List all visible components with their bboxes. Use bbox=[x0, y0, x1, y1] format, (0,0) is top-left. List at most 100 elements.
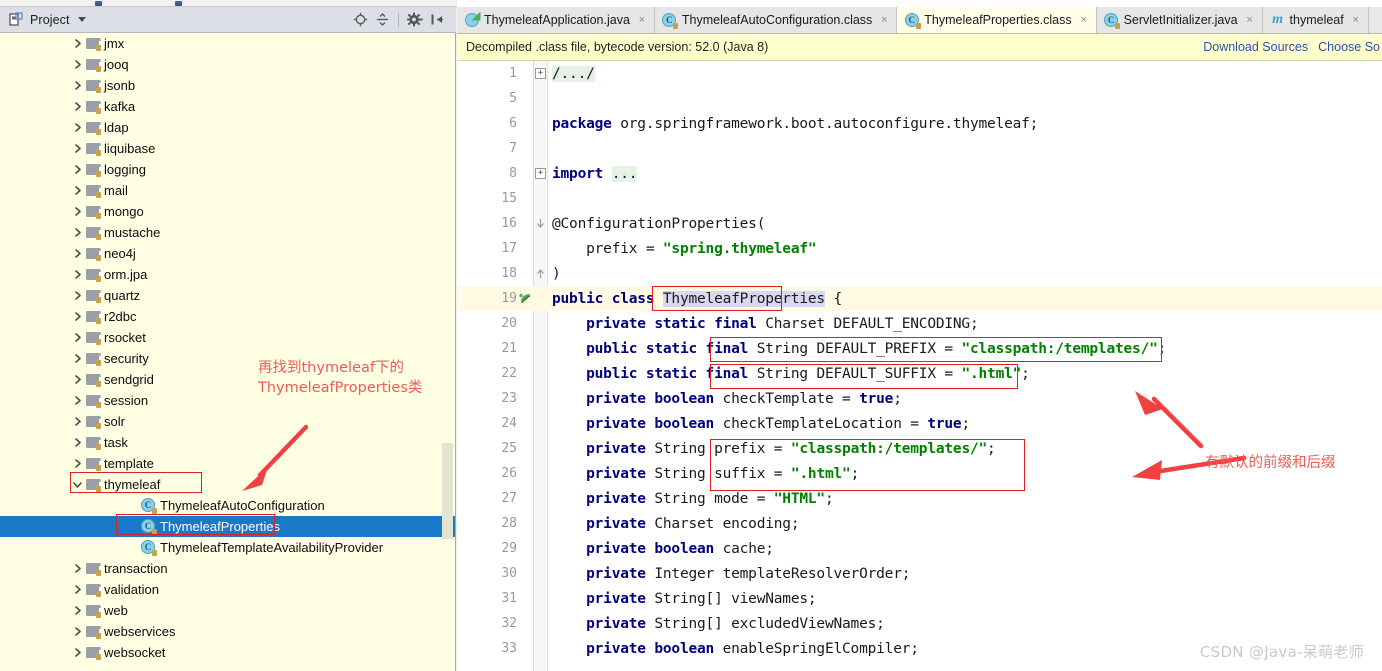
editor-tab[interactable]: C ThymeleafProperties.class × bbox=[897, 7, 1097, 33]
tree-item-package[interactable]: neo4j bbox=[0, 243, 455, 264]
tree-item-class[interactable]: C ThymeleafAutoConfiguration bbox=[0, 495, 455, 516]
hide-panel-icon[interactable] bbox=[426, 10, 448, 30]
tree-item-package[interactable]: mail bbox=[0, 180, 455, 201]
code-line[interactable]: 15 bbox=[457, 186, 1382, 211]
tree-item-package[interactable]: kafka bbox=[0, 96, 455, 117]
close-icon[interactable]: × bbox=[879, 15, 889, 26]
code-line[interactable]: 17 prefix = "spring.thymeleaf" bbox=[457, 236, 1382, 261]
code-line[interactable]: 31 private String[] viewNames; bbox=[457, 586, 1382, 611]
close-icon[interactable]: × bbox=[1351, 15, 1361, 26]
code-line[interactable]: 1 + /.../ bbox=[457, 61, 1382, 86]
tree-item-package[interactable]: validation bbox=[0, 579, 455, 600]
code-content[interactable]: 1 + /.../ 5 6 package org.springframework.boo… bbox=[457, 61, 1382, 671]
tree-item-package[interactable]: task bbox=[0, 432, 455, 453]
fold-region-start-icon[interactable] bbox=[535, 217, 546, 228]
chevron-right-icon[interactable] bbox=[70, 621, 84, 642]
chevron-down-icon[interactable] bbox=[70, 474, 84, 495]
fold-region-end-icon[interactable] bbox=[535, 267, 546, 278]
code-line[interactable]: 6 package org.springframework.boot.autoco… bbox=[457, 111, 1382, 136]
code-line[interactable]: 29 private boolean cache; bbox=[457, 536, 1382, 561]
code-line[interactable]: 22 public static final String DEFAULT_SU… bbox=[457, 361, 1382, 386]
chevron-right-icon[interactable] bbox=[70, 600, 84, 621]
fold-expand-icon[interactable]: + bbox=[535, 68, 546, 79]
tree-scrollbar[interactable] bbox=[442, 33, 454, 671]
tree-item-package[interactable]: transaction bbox=[0, 558, 455, 579]
close-icon[interactable]: × bbox=[1079, 15, 1089, 26]
choose-sources-link[interactable]: Choose So bbox=[1318, 40, 1380, 54]
close-icon[interactable]: × bbox=[1245, 15, 1255, 26]
chevron-right-icon[interactable] bbox=[70, 642, 84, 663]
tree-item-package[interactable]: rsocket bbox=[0, 327, 455, 348]
tree-item-package[interactable]: jmx bbox=[0, 33, 455, 54]
code-editor[interactable]: 1 + /.../ 5 6 package org.springframework.boo… bbox=[457, 61, 1382, 671]
chevron-right-icon[interactable] bbox=[70, 222, 84, 243]
code-line[interactable]: 8 + import ... bbox=[457, 161, 1382, 186]
code-line[interactable]: 24 private boolean checkTemplateLocation… bbox=[457, 411, 1382, 436]
collapse-all-icon[interactable] bbox=[371, 10, 393, 30]
tree-item-package[interactable]: solr bbox=[0, 411, 455, 432]
tree-item-package[interactable]: thymeleaf bbox=[0, 474, 455, 495]
editor-tab[interactable]: C ThymeleafAutoConfiguration.class × bbox=[654, 7, 898, 33]
code-line[interactable]: 23 private boolean checkTemplate = true; bbox=[457, 386, 1382, 411]
locate-file-icon[interactable] bbox=[349, 10, 371, 30]
tree-item-package[interactable]: mongo bbox=[0, 201, 455, 222]
chevron-right-icon[interactable] bbox=[70, 390, 84, 411]
chevron-right-icon[interactable] bbox=[70, 243, 84, 264]
settings-gear-icon[interactable] bbox=[404, 10, 426, 30]
chevron-right-icon[interactable] bbox=[70, 285, 84, 306]
code-line[interactable]: 16 @ConfigurationProperties( bbox=[457, 211, 1382, 236]
code-line[interactable]: 30 private Integer templateResolverOrder… bbox=[457, 561, 1382, 586]
tree-item-class[interactable]: C ThymeleafTemplateAvailabilityProvider bbox=[0, 537, 455, 558]
chevron-right-icon[interactable] bbox=[70, 201, 84, 222]
spring-bean-icon[interactable] bbox=[519, 292, 532, 305]
chevron-right-icon[interactable] bbox=[70, 75, 84, 96]
chevron-right-icon[interactable] bbox=[70, 306, 84, 327]
chevron-right-icon[interactable] bbox=[70, 411, 84, 432]
editor-tab[interactable]: ThymeleafApplication.java × bbox=[457, 7, 655, 33]
project-tree[interactable]: jmx jooq jsonb kafka ldap liquibase logging mai… bbox=[0, 33, 456, 671]
editor-tab[interactable]: m thymeleaf × bbox=[1262, 7, 1369, 33]
tree-item-package[interactable]: mustache bbox=[0, 222, 455, 243]
tree-item-package[interactable]: jsonb bbox=[0, 75, 455, 96]
tree-item-package[interactable]: logging bbox=[0, 159, 455, 180]
chevron-right-icon[interactable] bbox=[70, 348, 84, 369]
tree-item-package[interactable]: websocket bbox=[0, 642, 455, 663]
tree-item-package[interactable]: webservices bbox=[0, 621, 455, 642]
code-line[interactable]: 32 private String[] excludedViewNames; bbox=[457, 611, 1382, 636]
code-line[interactable]: 18) bbox=[457, 261, 1382, 286]
tree-item-package[interactable]: ldap bbox=[0, 117, 455, 138]
chevron-right-icon[interactable] bbox=[70, 159, 84, 180]
download-sources-link[interactable]: Download Sources bbox=[1203, 40, 1308, 54]
tree-item-package[interactable]: web bbox=[0, 600, 455, 621]
chevron-right-icon[interactable] bbox=[70, 96, 84, 117]
code-line[interactable]: 27 private String mode = "HTML"; bbox=[457, 486, 1382, 511]
project-panel-header[interactable]: Project bbox=[0, 7, 456, 33]
chevron-right-icon[interactable] bbox=[70, 54, 84, 75]
editor-tab[interactable]: C ServletInitializer.java × bbox=[1096, 7, 1263, 33]
tree-item-package[interactable]: liquibase bbox=[0, 138, 455, 159]
chevron-right-icon[interactable] bbox=[70, 432, 84, 453]
close-icon[interactable]: × bbox=[637, 15, 647, 26]
chevron-right-icon[interactable] bbox=[70, 327, 84, 348]
tree-item-package[interactable]: template bbox=[0, 453, 455, 474]
tree-item-package[interactable]: orm.jpa bbox=[0, 264, 455, 285]
code-line[interactable]: 28 private Charset encoding; bbox=[457, 511, 1382, 536]
chevron-right-icon[interactable] bbox=[70, 138, 84, 159]
chevron-right-icon[interactable] bbox=[70, 579, 84, 600]
chevron-right-icon[interactable] bbox=[70, 453, 84, 474]
chevron-right-icon[interactable] bbox=[70, 33, 84, 54]
editor-tab-strip[interactable]: ThymeleafApplication.java × C ThymeleafAuto… bbox=[457, 7, 1382, 34]
tree-item-package[interactable]: r2dbc bbox=[0, 306, 455, 327]
tree-item-class[interactable]: C ThymeleafProperties bbox=[0, 516, 455, 537]
chevron-right-icon[interactable] bbox=[70, 180, 84, 201]
code-line[interactable]: 20 private static final Charset DEFAULT_… bbox=[457, 311, 1382, 336]
chevron-right-icon[interactable] bbox=[70, 369, 84, 390]
code-line[interactable]: 21 public static final String DEFAULT_PR… bbox=[457, 336, 1382, 361]
tree-scrollbar-thumb[interactable] bbox=[442, 443, 453, 539]
tree-item-package[interactable]: quartz bbox=[0, 285, 455, 306]
chevron-right-icon[interactable] bbox=[70, 117, 84, 138]
code-line[interactable]: 19 public class ThymeleafProperties { bbox=[457, 286, 1382, 311]
chevron-right-icon[interactable] bbox=[70, 558, 84, 579]
fold-expand-icon[interactable]: + bbox=[535, 168, 546, 179]
tree-item-package[interactable]: jooq bbox=[0, 54, 455, 75]
